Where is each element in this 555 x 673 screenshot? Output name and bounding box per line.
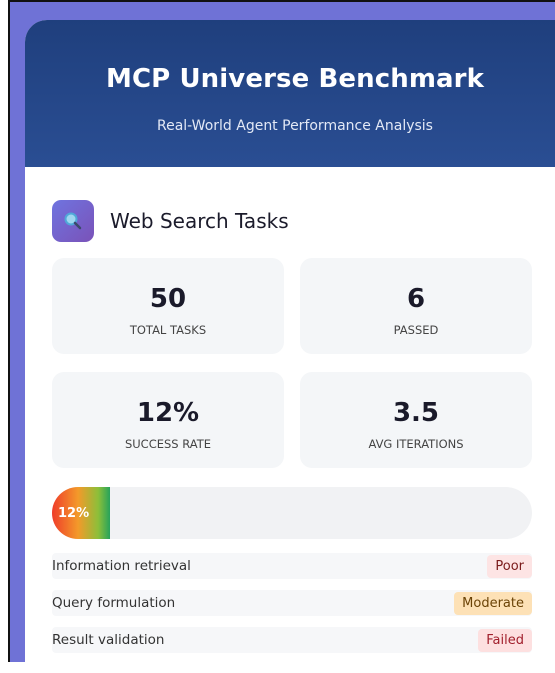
success-progress-bar: 12% bbox=[52, 487, 532, 539]
stat-value: 50 bbox=[149, 284, 187, 314]
status-badge: Poor bbox=[487, 554, 532, 578]
status-badge: Moderate bbox=[454, 591, 532, 615]
page-title: MCP Universe Benchmark bbox=[106, 64, 484, 94]
stat-avg-iterations: 3.5 AVG ITERATIONS bbox=[300, 372, 532, 468]
capability-label: Information retrieval bbox=[52, 558, 191, 574]
capability-row: Information retrieval Poor bbox=[52, 553, 532, 579]
stat-passed: 6 PASSED bbox=[300, 258, 532, 354]
progress-fill: 12% bbox=[52, 487, 110, 539]
stat-value: 3.5 bbox=[392, 398, 440, 428]
stat-label: TOTAL TASKS bbox=[129, 323, 207, 337]
capability-row: Result validation Failed bbox=[52, 627, 532, 653]
stat-value: 6 bbox=[406, 284, 426, 314]
capability-row: Query formulation Moderate bbox=[52, 590, 532, 616]
stat-total-tasks: 50 TOTAL TASKS bbox=[52, 258, 284, 354]
section-title: Web Search Tasks bbox=[110, 209, 289, 233]
stat-success-rate: 12% SUCCESS RATE bbox=[52, 372, 284, 468]
search-icon bbox=[52, 200, 94, 242]
stat-value: 12% bbox=[136, 398, 200, 428]
status-badge: Failed bbox=[478, 628, 532, 652]
benchmark-card: MCP Universe Benchmark Real-World Agent … bbox=[25, 20, 555, 662]
stat-label: SUCCESS RATE bbox=[124, 437, 212, 451]
page-subtitle: Real-World Agent Performance Analysis bbox=[157, 118, 433, 134]
capability-label: Query formulation bbox=[52, 595, 176, 611]
stat-label: PASSED bbox=[393, 323, 439, 337]
capability-label: Result validation bbox=[52, 632, 165, 648]
outer-frame: MCP Universe Benchmark Real-World Agent … bbox=[8, 0, 555, 662]
progress-label: 12% bbox=[58, 505, 90, 521]
section-heading: Web Search Tasks bbox=[52, 200, 289, 242]
stat-label: AVG ITERATIONS bbox=[368, 437, 464, 451]
card-header: MCP Universe Benchmark Real-World Agent … bbox=[25, 20, 555, 167]
